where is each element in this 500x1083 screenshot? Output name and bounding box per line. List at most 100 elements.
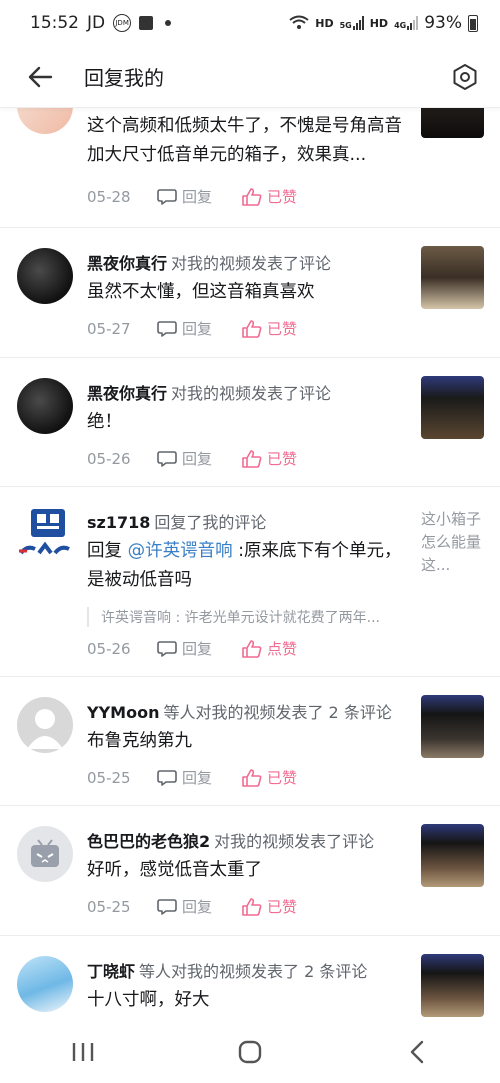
wifi-icon [289,15,309,32]
reply-button[interactable]: 回复 [157,638,242,659]
comment-content: 虽然不太懂，但这音箱真喜欢 [87,282,315,302]
reply-button[interactable]: 回复 [157,318,242,339]
comment-date: 05-26 [87,449,131,468]
settings-button[interactable] [430,46,500,108]
system-back-button[interactable] [377,1027,457,1077]
thumbs-up-icon [242,187,262,206]
list-item[interactable]: 黑夜你真行 对我的视频发表了评论 绝！ 05-26 回复 已赞 [0,358,500,487]
video-thumbnail[interactable] [421,246,484,309]
mention-link[interactable]: @许英谔音响 [128,541,233,561]
like-button[interactable]: 已赞 [242,186,297,207]
jdm-icon: JDM [113,14,132,32]
battery-percent: 93% [424,13,462,33]
comment-bubble-icon [157,640,177,657]
video-thumbnail[interactable] [421,824,484,887]
comment-bubble-icon [157,769,177,786]
reply-label: 回复 [182,450,213,468]
quoted-comment[interactable]: 许英谔音响 : 许老光单元设计就花费了两年... [87,607,412,627]
comment-date: 05-25 [87,897,131,916]
original-comment-preview[interactable]: 这小箱子怎么能量这... [421,508,485,577]
list-item[interactable]: sz1718 回复了我的评论 回复 @许英谔音响 :原来底下有个单元，是被动低音吗… [0,487,500,677]
home-button[interactable] [210,1027,290,1077]
item-header: YYMoon 等人对我的视频发表了 2 条评论 [87,699,392,723]
hd-label-1: HD [315,16,334,30]
item-meta: 05-25 回复 已赞 [87,767,297,788]
action-text: 回复了我的评论 [154,513,267,532]
avatar[interactable] [17,507,73,563]
comment-bubble-icon [157,320,177,337]
reply-list: 这个高频和低频太牛了，不愧是号角高音加大尺寸低音单元的箱子，效果真... 05-… [0,108,500,1021]
list-item[interactable]: 色巴巴的老色狼2 对我的视频发表了评论 好听，感觉低音太重了 05-25 回复 已… [0,806,500,936]
comment-bubble-icon [157,450,177,467]
back-button[interactable] [0,46,80,108]
carrier-label: JD [87,13,106,33]
comment-content: 这个高频和低频太牛了，不愧是号角高音加大尺寸低音单元的箱子，效果真... [87,116,402,165]
avatar[interactable] [17,956,73,1012]
page-title: 回复我的 [84,66,164,90]
avatar[interactable] [17,108,73,134]
system-nav-bar [0,1021,500,1083]
avatar[interactable] [17,697,73,753]
like-button[interactable]: 已赞 [242,896,297,917]
list-item[interactable]: 黑夜你真行 对我的视频发表了评论 虽然不太懂，但这音箱真喜欢 05-27 回复 已… [0,228,500,358]
like-button[interactable]: 已赞 [242,318,297,339]
like-button[interactable]: 已赞 [242,767,297,788]
comment-content: 布鲁克纳第九 [87,731,192,751]
reply-button[interactable]: 回复 [157,767,242,788]
like-label: 已赞 [267,188,298,206]
recent-apps-button[interactable] [43,1027,123,1077]
item-header: 黑夜你真行 对我的视频发表了评论 [87,250,331,274]
video-thumbnail[interactable] [421,376,484,439]
item-header: 黑夜你真行 对我的视频发表了评论 [87,380,331,404]
list-item[interactable]: YYMoon 等人对我的视频发表了 2 条评论 布鲁克纳第九 05-25 回复 已… [0,677,500,806]
comment-content: 十八寸啊，好大 [87,990,210,1010]
username[interactable]: 黑夜你真行 [87,384,167,403]
video-thumbnail[interactable] [421,954,484,1017]
avatar[interactable] [17,378,73,434]
username[interactable]: YYMoon [87,703,159,722]
status-bar: 15:52 JD JDM HD 5G HD 4G 93% [0,0,500,46]
reply-label: 回复 [182,898,213,916]
list-item[interactable]: 丁晓虾 等人对我的视频发表了 2 条评论 十八寸啊，好大 [0,936,500,1021]
thumbs-up-icon [242,449,262,468]
back-icon [410,1040,423,1064]
reply-prefix: 回复 [87,541,128,561]
action-text: 等人对我的视频发表了 2 条评论 [163,703,392,722]
comment-bubble-icon [157,898,177,915]
item-header: sz1718 回复了我的评论 [87,509,266,533]
username[interactable]: sz1718 [87,513,150,532]
like-button[interactable]: 点赞 [242,638,297,659]
reply-label: 回复 [182,320,213,338]
home-icon [238,1040,262,1064]
signal-5g-icon [352,16,364,30]
item-meta: 05-25 回复 已赞 [87,896,297,917]
reply-button[interactable]: 回复 [157,186,242,207]
action-text: 对我的视频发表了评论 [171,254,332,273]
4g-label: 4G [394,21,407,30]
list-item[interactable]: 这个高频和低频太牛了，不愧是号角高音加大尺寸低音单元的箱子，效果真... 05-… [0,108,500,228]
like-label: 已赞 [267,320,298,338]
comment-date: 05-26 [87,639,131,658]
video-thumbnail[interactable] [421,108,484,138]
username[interactable]: 黑夜你真行 [87,254,167,273]
tv-mascot-icon [31,839,59,867]
item-header: 色巴巴的老色狼2 对我的视频发表了评论 [87,828,374,852]
comment-date: 05-27 [87,319,131,338]
thumbs-up-icon [242,319,262,338]
username[interactable]: 色巴巴的老色狼2 [87,832,210,851]
username[interactable]: 丁晓虾 [87,962,135,981]
avatar[interactable] [17,826,73,882]
avatar[interactable] [17,248,73,304]
like-button[interactable]: 已赞 [242,448,297,469]
video-thumbnail[interactable] [421,695,484,758]
action-text: 对我的视频发表了评论 [171,384,332,403]
battery-icon [468,14,478,32]
reply-label: 回复 [182,769,213,787]
photo-notification-icon [139,16,154,30]
comment-date: 05-28 [87,187,131,206]
reply-button[interactable]: 回复 [157,896,242,917]
thumbs-up-icon [242,639,262,658]
reply-button[interactable]: 回复 [157,448,242,469]
settings-hexagon-icon [453,63,477,90]
like-label: 点赞 [267,640,298,658]
